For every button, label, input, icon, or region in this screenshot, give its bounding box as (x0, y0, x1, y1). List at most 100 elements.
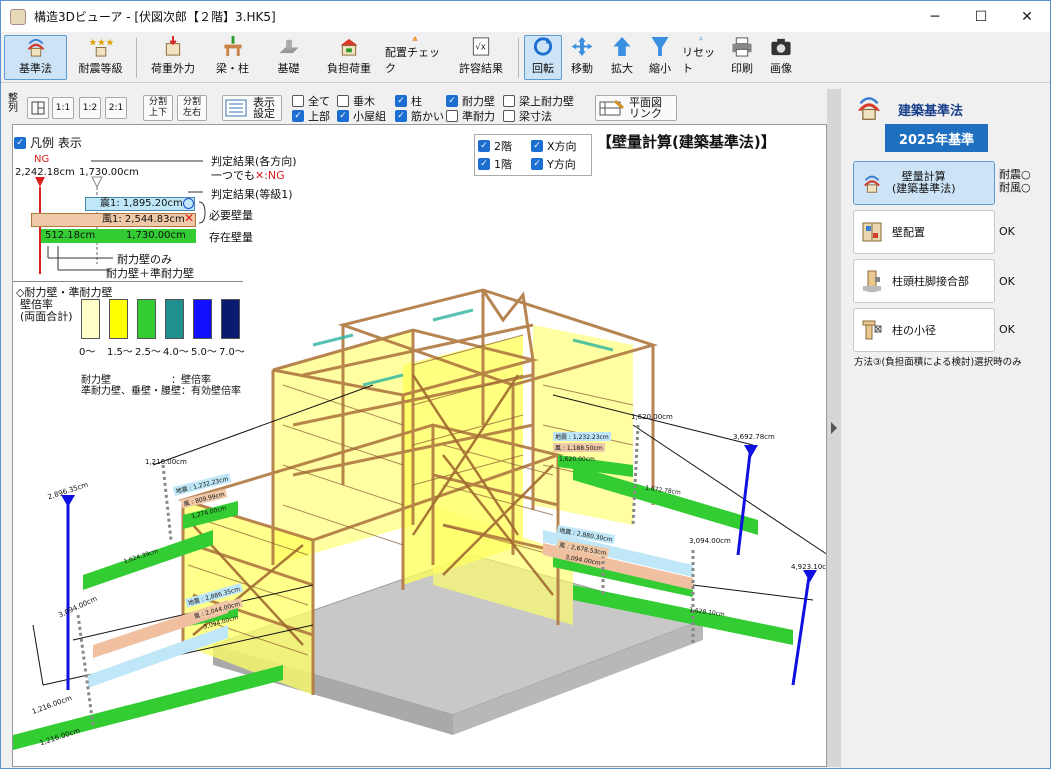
column-joint-status: OK (999, 275, 1015, 288)
check-rafter[interactable]: 垂木 (337, 93, 375, 109)
beam-column-icon (223, 36, 242, 57)
3d-view[interactable]: ✓ 凡例 表示 【壁量計算(建築基準法)】 ✓ 2階 ✓ 1階 ✓ X方向 ✓ Y方向 N… (12, 124, 827, 767)
checkbox[interactable]: ✓ (395, 110, 407, 122)
checkbox[interactable] (292, 95, 304, 107)
checkbox[interactable]: ✓ (446, 95, 458, 107)
minimize-button[interactable]: ─ (912, 1, 958, 32)
toolbar-foundation-button[interactable]: 基礎 (263, 35, 314, 80)
checkbox[interactable]: ✓ (531, 158, 543, 170)
ratio-1-2-button[interactable]: 1:2 (79, 97, 101, 119)
check-column[interactable]: ✓ 柱 (395, 93, 422, 109)
method-note: 方法③(負担面積による検討)選択時のみ (854, 357, 1022, 368)
toolbar-separator (518, 38, 519, 78)
toolbar-reset-button[interactable]: リセット (681, 35, 721, 80)
reset-icon (698, 36, 704, 41)
checkbox[interactable]: ✓ (478, 140, 490, 152)
toolbar-print-button[interactable]: 印刷 (724, 35, 760, 80)
checkbox[interactable] (446, 110, 458, 122)
svg-text:★★★: ★★★ (88, 38, 113, 49)
checkbox[interactable] (337, 95, 349, 107)
sidebar-toggle[interactable] (827, 89, 841, 767)
toolbar-label: リセット (682, 46, 715, 75)
toolbar-check-button[interactable]: ! 配置チェック (384, 35, 446, 80)
stars-icon: ★★★ (88, 38, 114, 57)
check-beam-dimension[interactable]: 梁寸法 (503, 108, 552, 124)
align-layout-button[interactable] (27, 97, 49, 119)
y-direction-check[interactable]: ✓ Y方向 (531, 156, 576, 172)
check-label: 柱 (411, 95, 422, 108)
floor-2-check[interactable]: ✓ 2階 (478, 138, 512, 154)
legend-existing-bar: 512.18cm 1,730.00cm (41, 229, 196, 243)
x-direction-check[interactable]: ✓ X方向 (531, 138, 577, 154)
check-bearing-wall[interactable]: ✓ 耐力壁 (446, 93, 495, 109)
wall-calc-icon (863, 175, 881, 193)
legend-judge-note: 一つでも✕:NG (211, 167, 285, 183)
judge-note-text: 一つでも (211, 169, 255, 182)
legend-wind-bar: 風1: 2,544.83cm (31, 213, 196, 227)
legend-swatch-label: 2.5〜 (135, 347, 161, 358)
ratio-2-1-button[interactable]: 2:1 (105, 97, 127, 119)
options-bar: 整列 1:1 1:2 2:1 分割 上下 分割 左右 表示 設定 全て ✓ 上部 … (1, 84, 827, 124)
checkbox[interactable] (503, 95, 515, 107)
check-semi-bearing[interactable]: 準耐力 (446, 108, 495, 124)
check-label: 全て (308, 95, 330, 108)
checkbox[interactable]: ✓ (292, 110, 304, 122)
toolbar-label: 梁・柱 (216, 62, 249, 75)
wall-layout-button[interactable]: 壁配置 (853, 210, 995, 254)
toolbar-image-button[interactable]: 画像 (763, 35, 799, 80)
toolbar-zoom-in-button[interactable]: 拡大 (604, 35, 640, 80)
wall-calc-button[interactable]: 壁量計算 (建築基準法) (853, 161, 995, 205)
toolbar-move-button[interactable]: 移動 (564, 35, 600, 80)
bar-label: 地震 : 1,232.23cm (553, 432, 611, 441)
ratio-1-1-button[interactable]: 1:1 (52, 97, 74, 119)
check-beam-bearing-wall[interactable]: 梁上耐力壁 (503, 93, 574, 109)
split-vertical-button[interactable]: 分割 上下 (143, 95, 173, 121)
check-upper[interactable]: ✓ 上部 (292, 108, 330, 124)
judge-ng-mark: ✕:NG (255, 169, 285, 182)
display-settings-button[interactable]: 表示 設定 (222, 95, 282, 121)
column-joint-icon (863, 270, 881, 292)
legend-notes: 耐力壁 ：壁倍率 準耐力壁、垂壁・腰壁：有効壁倍率 (81, 375, 241, 397)
maximize-button[interactable]: ☐ (958, 1, 1004, 32)
display-settings-label: 表示 設定 (253, 96, 275, 120)
check-roof-frame[interactable]: ✓ 小屋組 (337, 108, 386, 124)
toolbar-taishin-button[interactable]: ★★★ 耐震等級 (69, 35, 132, 80)
check-brace[interactable]: ✓ 筋かい (395, 108, 444, 124)
warning-icon: ! (412, 36, 418, 41)
close-button[interactable]: ✕ (1004, 1, 1050, 32)
floor-1-check[interactable]: ✓ 1階 (478, 156, 512, 172)
checkbox[interactable]: ✓ (478, 158, 490, 170)
zoom-out-icon (651, 36, 669, 57)
camera-icon (771, 38, 791, 56)
check-label: 垂木 (353, 95, 375, 108)
legend-bearing-plus: 耐力壁＋準耐力壁 (106, 267, 194, 280)
toolbar-burden-load-button[interactable]: 負担荷重 (318, 35, 380, 80)
checkbox[interactable]: ✓ (395, 95, 407, 107)
column-diameter-button[interactable]: 柱の小径 (853, 308, 995, 352)
toolbar-kijunho-button[interactable]: 基準法 (4, 35, 67, 80)
toolbar-rotate-button[interactable]: 回転 (524, 35, 562, 80)
title-bar: 構造3Dビューア - [伏図次郎【２階】3.HK5] ─ ☐ ✕ (1, 1, 1050, 32)
toolbar-label: 拡大 (611, 62, 633, 75)
split-horizontal-button[interactable]: 分割 左右 (177, 95, 207, 121)
toolbar-beam-column-button[interactable]: 梁・柱 (206, 35, 259, 80)
checkbox[interactable]: ✓ (337, 110, 349, 122)
checkbox[interactable] (503, 110, 515, 122)
panel-title: 建築基準法 (898, 104, 964, 119)
toolbar-load-button[interactable]: 荷重外力 (142, 35, 204, 80)
legend-required-wall: 必要壁量 (209, 209, 253, 222)
legend-swatch (193, 299, 212, 339)
legend-existing-wall: 存在壁量 (209, 231, 253, 244)
wall-layout-icon (862, 222, 882, 242)
toolbar-zoom-out-button[interactable]: 縮小 (642, 35, 678, 80)
plan-link-button[interactable]: 平面図 リンク (595, 95, 677, 121)
existing-right-label: 1,730.00cm (126, 230, 186, 241)
column-joint-button[interactable]: 柱頭柱脚接合部 (853, 259, 995, 303)
toolbar-label: 基準法 (19, 62, 52, 75)
legend-swatch-label: 0〜 (79, 347, 96, 358)
allowable-result-icon: √x (472, 37, 490, 56)
checkbox[interactable]: ✓ (531, 140, 543, 152)
legend-swatch (109, 299, 128, 339)
check-all[interactable]: 全て (292, 93, 330, 109)
toolbar-allowable-button[interactable]: √x 許容結果 (450, 35, 512, 80)
